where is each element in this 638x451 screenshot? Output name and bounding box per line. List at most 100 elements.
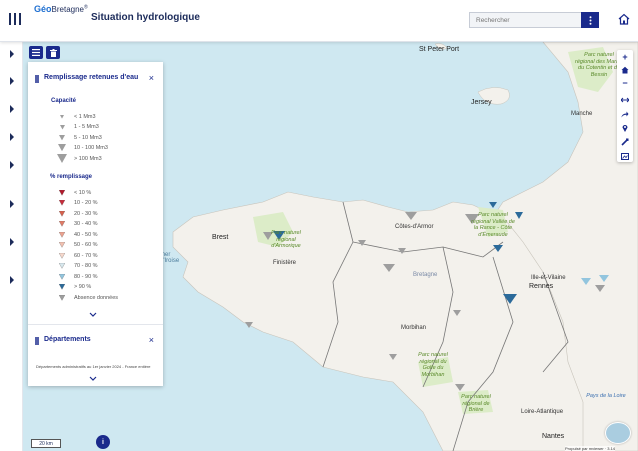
label-pnr-golfe: Parc naturel régional du Golfe du Morbih… bbox=[418, 352, 448, 378]
chevron-right-icon[interactable] bbox=[9, 200, 15, 208]
filling-legend-item: 60 - 70 % bbox=[56, 251, 98, 260]
capacity-legend-label: > 100 Mm3 bbox=[74, 155, 102, 162]
chevron-right-icon[interactable] bbox=[9, 238, 15, 246]
home-icon bbox=[621, 66, 629, 74]
triangle-icon bbox=[56, 263, 68, 269]
filling-legend-label: 80 - 90 % bbox=[74, 273, 98, 280]
capacity-legend-label: 1 - 5 Mm3 bbox=[74, 124, 99, 130]
overview-map-button[interactable] bbox=[605, 422, 631, 444]
legend-panel: Remplissage retenues d'eau × Capacité < … bbox=[28, 62, 163, 386]
filling-legend-label: 50 - 60 % bbox=[74, 242, 98, 248]
filling-legend-label: 60 - 70 % bbox=[74, 252, 98, 259]
triangle-icon bbox=[56, 252, 68, 259]
chevron-right-icon[interactable] bbox=[9, 77, 15, 85]
filling-legend-item: 20 - 30 % bbox=[56, 209, 98, 218]
chevron-down-icon[interactable] bbox=[89, 312, 97, 318]
label-manche: Manche bbox=[571, 111, 593, 117]
filling-legend-item: < 10 % bbox=[56, 188, 91, 197]
filling-legend-item: 80 - 90 % bbox=[56, 272, 98, 281]
label-st-peter-port: St Peter Port bbox=[419, 46, 460, 53]
map-controls: + − bbox=[617, 50, 633, 162]
capacity-legend-label: < 1 Mm3 bbox=[74, 113, 96, 120]
label-nantes: Nantes bbox=[542, 433, 565, 440]
filling-legend-label: 30 - 40 % bbox=[74, 221, 98, 227]
home-extent-button[interactable] bbox=[617, 63, 633, 77]
chevron-right-icon[interactable] bbox=[9, 276, 15, 284]
delete-layers-button[interactable] bbox=[46, 46, 60, 59]
logo-prefix: Géo bbox=[34, 4, 52, 14]
filling-legend-label: > 90 % bbox=[74, 284, 92, 290]
filling-section-title: % remplissage bbox=[50, 174, 93, 180]
locate-icon bbox=[622, 125, 628, 132]
capacity-legend-item: 5 - 10 Mm3 bbox=[56, 133, 102, 142]
filling-legend-label: 40 - 50 % bbox=[74, 231, 98, 238]
triangle-icon bbox=[56, 134, 68, 141]
left-rail bbox=[0, 42, 23, 451]
capacity-legend-item: 1 - 5 Mm3 bbox=[56, 123, 99, 132]
triangle-icon bbox=[56, 221, 68, 227]
triangle-icon bbox=[56, 284, 68, 290]
chevron-right-icon[interactable] bbox=[9, 161, 15, 169]
departments-panel-title: Départements bbox=[44, 336, 91, 343]
legend-panel-title: Remplissage retenues d'eau bbox=[44, 74, 139, 81]
menu-icon[interactable] bbox=[9, 13, 21, 27]
drag-handle-icon[interactable] bbox=[35, 75, 39, 83]
trash-icon bbox=[49, 48, 57, 57]
capacity-legend-label: 5 - 10 Mm3 bbox=[74, 134, 102, 141]
reservoir-marker[interactable] bbox=[489, 202, 497, 208]
filling-legend-item: > 90 % bbox=[56, 283, 91, 292]
label-cotes-darmor: Côtes-d'Armor bbox=[395, 224, 434, 230]
zoom-out-button[interactable]: − bbox=[617, 76, 633, 90]
info-button[interactable]: i bbox=[96, 435, 110, 449]
logo-trademark: ® bbox=[83, 4, 88, 11]
print-icon bbox=[621, 152, 629, 160]
departments-panel-header: Départements × bbox=[28, 334, 163, 348]
share-button[interactable] bbox=[617, 107, 633, 121]
filling-legend-label: Absence données bbox=[74, 294, 119, 301]
chevron-right-icon[interactable] bbox=[9, 133, 15, 141]
drag-handle-icon[interactable] bbox=[35, 337, 39, 345]
label-finistere: Finistère bbox=[273, 260, 297, 266]
label-pnr-cotentin: Parc naturel régional des Marais du Cote… bbox=[575, 52, 623, 78]
close-icon[interactable]: × bbox=[149, 335, 154, 345]
close-icon[interactable]: × bbox=[149, 73, 154, 83]
logo-suffix: Bretagne bbox=[51, 5, 84, 14]
measure-button[interactable] bbox=[617, 135, 633, 149]
page-title: Situation hydrologique bbox=[91, 12, 200, 23]
label-pnr-armorique: Parc naturel régional d'Armorique bbox=[271, 230, 301, 249]
label-jersey: Jersey bbox=[471, 99, 492, 106]
chevron-right-icon[interactable] bbox=[9, 50, 15, 58]
label-bretagne: Bretagne bbox=[413, 272, 438, 278]
triangle-icon bbox=[56, 210, 68, 217]
more-vert-icon bbox=[589, 15, 591, 25]
map-attribution: Propulsé par mviewer · 3.14 bbox=[565, 446, 616, 451]
filling-legend-label: 20 - 30 % bbox=[74, 210, 98, 217]
filling-legend-item: Absence données bbox=[56, 293, 118, 302]
search-input[interactable] bbox=[469, 12, 581, 28]
print-button[interactable] bbox=[617, 149, 633, 163]
layers-icon bbox=[32, 49, 40, 56]
fullscreen-icon bbox=[621, 97, 629, 103]
chevron-right-icon[interactable] bbox=[9, 105, 15, 113]
share-icon bbox=[621, 111, 629, 117]
logo[interactable]: GéoBretagne® bbox=[34, 4, 88, 14]
triangle-icon bbox=[56, 294, 68, 301]
label-loire-atlantique: Loire-Atlantique bbox=[521, 409, 564, 415]
filling-legend-item: 40 - 50 % bbox=[56, 230, 98, 239]
chevron-down-icon[interactable] bbox=[89, 376, 97, 382]
triangle-icon bbox=[56, 273, 68, 280]
capacity-section-title: Capacité bbox=[51, 98, 77, 104]
zoom-in-button[interactable]: + bbox=[617, 50, 633, 64]
scale-bar: 20 km bbox=[31, 439, 61, 448]
triangle-icon bbox=[56, 114, 68, 119]
filling-legend-item: 30 - 40 % bbox=[56, 220, 98, 229]
filling-legend-label: 70 - 80 % bbox=[74, 263, 98, 269]
layers-button[interactable] bbox=[29, 46, 43, 59]
triangle-icon bbox=[56, 153, 68, 164]
search-options-button[interactable] bbox=[581, 12, 599, 28]
home-icon[interactable] bbox=[617, 12, 631, 26]
locate-button[interactable] bbox=[617, 121, 633, 135]
capacity-legend-label: 10 - 100 Mm3 bbox=[74, 145, 108, 151]
label-pnr-rance: Parc naturel régional Vallée de la Rance… bbox=[471, 212, 515, 238]
fullscreen-button[interactable] bbox=[617, 93, 633, 107]
